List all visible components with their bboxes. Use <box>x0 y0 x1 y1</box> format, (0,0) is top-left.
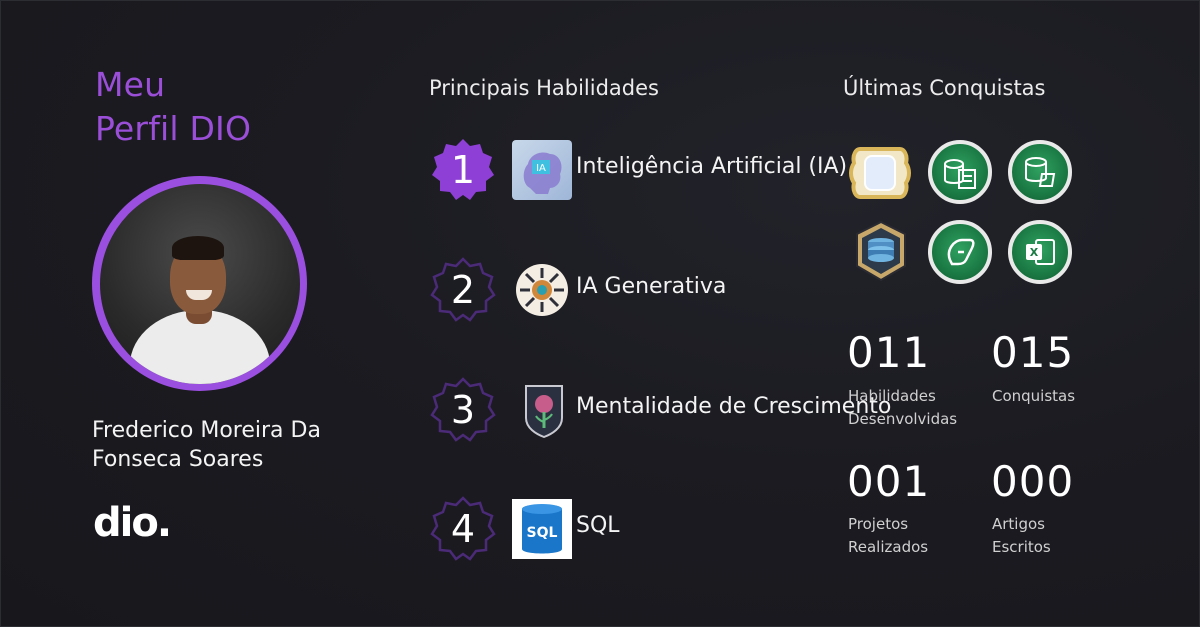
skill-label: Inteligência Artificial (IA) <box>576 154 848 179</box>
ai-brain-icon: IA <box>512 140 572 200</box>
profile-title: Meu Perfil DIO <box>95 63 251 151</box>
rank-number: 2 <box>450 268 476 312</box>
profile-title-line1: Meu <box>95 65 166 104</box>
stat-label-articles: Artigos Escritos <box>992 515 1051 556</box>
rank-badge-outline: 4 <box>430 496 496 562</box>
stat-value-projects: 001 <box>847 457 931 506</box>
svg-text:SQL: SQL <box>527 525 558 541</box>
growth-mindset-icon <box>522 382 566 439</box>
skills-title: Principais Habilidades <box>429 76 659 100</box>
rank-number: 3 <box>450 388 476 432</box>
profile-title-line2: Perfil DIO <box>95 109 252 148</box>
svg-text:X: X <box>1030 246 1039 259</box>
skill-item-1[interactable]: 1 IA Inteligência Artificial (IA) <box>430 137 910 203</box>
golden-shield-icon[interactable] <box>848 141 912 205</box>
rank-number: 1 <box>450 148 476 192</box>
stat-label-achievements: Conquistas <box>992 387 1076 405</box>
excel-icon[interactable]: X <box>1008 220 1072 284</box>
rank-badge-filled: 1 <box>430 137 496 203</box>
sql-database-icon: SQL <box>512 499 572 559</box>
stat-value-articles: 000 <box>991 457 1075 506</box>
layers-shield-icon[interactable] <box>853 220 909 282</box>
user-name: Frederico Moreira Da Fonseca Soares <box>92 418 321 472</box>
skill-label: SQL <box>576 513 620 538</box>
rank-badge-outline: 2 <box>430 257 496 323</box>
rank-badge-outline: 3 <box>430 377 496 443</box>
stat-label-skills: Habilidades Desenvolvidas <box>848 387 958 428</box>
skill-item-4[interactable]: 4 SQL SQL <box>430 496 910 562</box>
skill-label: IA Generativa <box>576 274 727 299</box>
achievements-title: Últimas Conquistas <box>843 76 1046 100</box>
generative-ai-icon <box>516 264 568 316</box>
skill-item-3[interactable]: 3 Mentalidade de Crescimento <box>430 377 910 443</box>
database-icon[interactable] <box>1008 140 1072 204</box>
dio-logo: dio. <box>93 500 172 546</box>
stat-value-skills: 011 <box>847 328 931 377</box>
data-sheet-icon[interactable] <box>928 140 992 204</box>
avatar-photo <box>99 183 300 384</box>
skill-label: Mentalidade de Crescimento <box>576 394 892 419</box>
svg-text:IA: IA <box>536 163 546 174</box>
stat-label-projects: Projetos Realizados <box>848 515 929 556</box>
rank-number: 4 <box>450 507 476 551</box>
avatar <box>92 176 307 391</box>
copilot-icon[interactable] <box>928 220 992 284</box>
skill-item-2[interactable]: 2 IA Generativa <box>430 257 910 323</box>
stat-value-achievements: 015 <box>991 328 1075 377</box>
